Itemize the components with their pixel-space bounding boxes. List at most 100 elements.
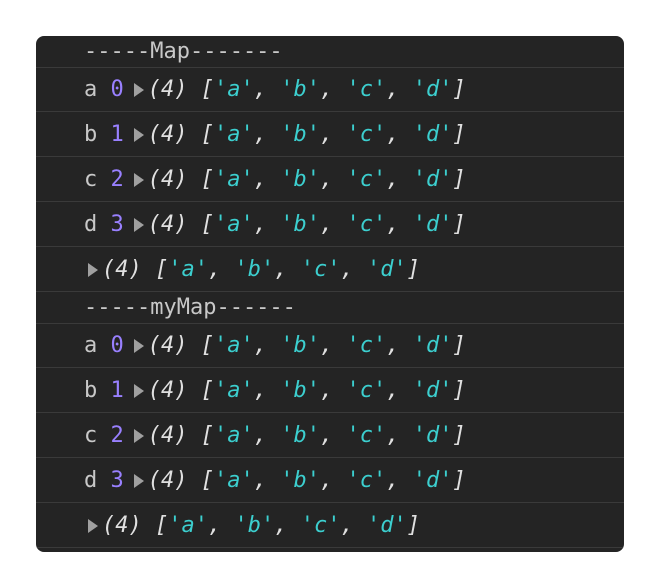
comma: , (386, 212, 413, 237)
comma: , (253, 333, 281, 358)
array-item: 'd' (412, 212, 453, 237)
expand-triangle-icon[interactable] (133, 172, 144, 187)
comma: , (253, 167, 281, 192)
expand-triangle-icon[interactable] (133, 383, 144, 398)
bracket-open: [ (200, 122, 214, 147)
array-item: 'a' (214, 167, 254, 192)
array-item: 'b' (234, 513, 275, 538)
array-item: 'd' (412, 333, 453, 358)
array-item: 'b' (280, 423, 320, 448)
bracket-close: ] (452, 167, 466, 192)
array-item: 'b' (280, 167, 320, 192)
entry-index: 3 (110, 212, 124, 237)
array-item: 'a' (214, 212, 254, 237)
expand-triangle-icon[interactable] (88, 262, 98, 277)
array-item: 'd' (412, 167, 453, 192)
array-item: 'a' (168, 257, 208, 282)
bracket-close: ] (452, 333, 466, 358)
comma: , (274, 257, 301, 282)
comma: , (386, 77, 413, 102)
array-item: 'b' (280, 378, 320, 403)
comma: , (386, 468, 413, 493)
entry-key: d (84, 468, 98, 493)
comma: , (386, 423, 413, 448)
bracket-open: [ (200, 77, 214, 102)
entry-key: c (84, 423, 98, 448)
array-item: 'c' (346, 212, 387, 237)
expand-triangle-icon[interactable] (133, 473, 144, 488)
expand-triangle-icon[interactable] (88, 518, 98, 533)
comma: , (253, 122, 281, 147)
bracket-close: ] (452, 423, 466, 448)
comma: , (253, 468, 281, 493)
log-array-row[interactable]: (4) ['a', 'b', 'c', 'd'] (36, 248, 624, 292)
array-item: 'c' (346, 77, 387, 102)
entry-key: b (84, 122, 98, 147)
bracket-open: [ (200, 333, 214, 358)
array-length: (4) (147, 378, 188, 403)
log-entry-row: a 0 (4) ['a', 'b', 'c', 'd'] (36, 68, 624, 112)
entry-key: b (84, 378, 98, 403)
entry-index: 1 (110, 122, 124, 147)
comma: , (386, 122, 413, 147)
bracket-open: [ (200, 423, 214, 448)
bracket-open: [ (200, 378, 214, 403)
array-length: (4) (102, 513, 142, 538)
separator-row: -----Map------- (36, 36, 624, 68)
array-item: 'd' (412, 122, 453, 147)
bracket-open: [ (200, 167, 214, 192)
bracket-open: [ (200, 468, 214, 493)
entry-key: a (84, 333, 98, 358)
array-item: 'c' (346, 423, 387, 448)
entry-key: c (84, 167, 98, 192)
array-item: 'd' (412, 423, 453, 448)
array-item: 'c' (300, 257, 341, 282)
log-entry-row: a 0 (4) ['a', 'b', 'c', 'd'] (36, 324, 624, 368)
array-item: 'c' (346, 378, 387, 403)
separator-text: -----myMap------ (84, 295, 296, 320)
comma: , (386, 167, 413, 192)
expand-triangle-icon[interactable] (133, 127, 144, 142)
comma: , (208, 513, 235, 538)
bracket-open: [ (155, 513, 169, 538)
array-item: 'b' (280, 468, 320, 493)
comma: , (386, 378, 413, 403)
array-item: 'b' (234, 257, 275, 282)
expand-triangle-icon[interactable] (133, 338, 144, 353)
expand-triangle-icon[interactable] (133, 82, 144, 97)
array-item: 'd' (412, 77, 453, 102)
comma: , (320, 77, 347, 102)
comma: , (320, 333, 347, 358)
array-item: 'c' (300, 513, 341, 538)
array-item: 'a' (214, 77, 254, 102)
entry-index: 3 (110, 468, 124, 493)
comma: , (340, 513, 367, 538)
log-entry-row: b 1 (4) ['a', 'b', 'c', 'd'] (36, 369, 624, 413)
expand-triangle-icon[interactable] (133, 428, 144, 443)
array-item: 'a' (214, 468, 254, 493)
entry-index: 1 (110, 378, 124, 403)
log-entry-row: d 3 (4) ['a', 'b', 'c', 'd'] (36, 203, 624, 247)
array-item: 'b' (280, 333, 320, 358)
comma: , (253, 77, 281, 102)
comma: , (253, 423, 281, 448)
console-panel: -----Map------- a 0 (4) ['a', 'b', 'c', 'd… (36, 36, 624, 552)
expand-triangle-icon[interactable] (133, 217, 144, 232)
array-item: 'a' (214, 333, 254, 358)
array-length: (4) (147, 167, 188, 192)
bracket-open: [ (155, 257, 169, 282)
array-item: 'd' (367, 513, 407, 538)
log-entry-row: c 2 (4) ['a', 'b', 'c', 'd'] (36, 158, 624, 202)
entry-key: d (84, 212, 98, 237)
bracket-close: ] (452, 212, 466, 237)
array-length: (4) (147, 77, 188, 102)
bracket-close: ] (452, 378, 466, 403)
array-item: 'b' (280, 212, 320, 237)
comma: , (253, 212, 281, 237)
log-entry-row: c 2 (4) ['a', 'b', 'c', 'd'] (36, 414, 624, 458)
array-item: 'c' (346, 468, 387, 493)
comma: , (386, 333, 413, 358)
array-item: 'c' (346, 333, 387, 358)
bracket-close: ] (452, 468, 466, 493)
log-array-row[interactable]: (4) ['a', 'b', 'c', 'd'] (36, 504, 624, 548)
